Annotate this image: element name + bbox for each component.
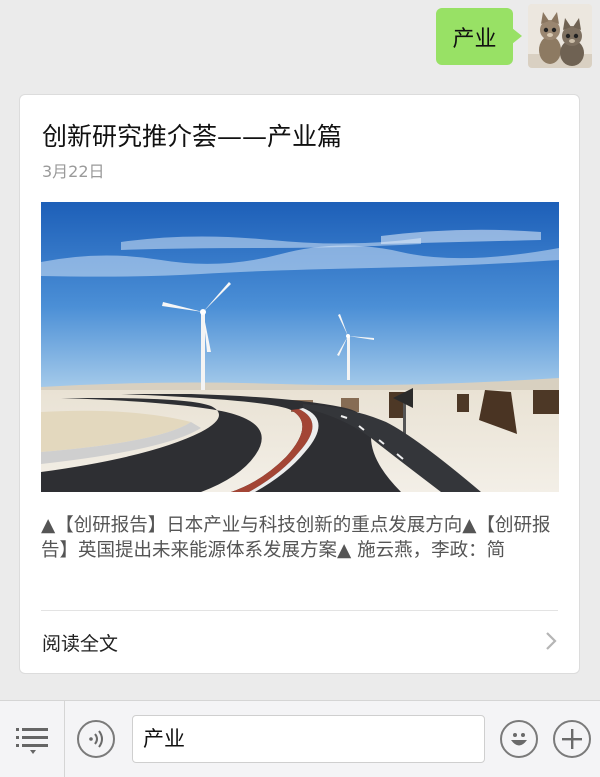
menu-icon — [16, 728, 48, 754]
chat-area: 产业 创新研究推介荟——产业篇 3月22日 ▲【创研报告】日本产业与科技创新的重… — [0, 0, 600, 700]
plus-icon — [562, 729, 582, 749]
article-date: 3月22日 — [42, 162, 105, 181]
menu-button[interactable] — [0, 701, 65, 777]
voice-button[interactable] — [77, 720, 115, 758]
read-full-article-link[interactable]: 阅读全文 — [20, 611, 579, 673]
input-bar: 产业 — [0, 700, 600, 777]
outgoing-message-bubble[interactable]: 产业 — [436, 8, 522, 65]
article-cover-image[interactable] — [41, 202, 559, 492]
article-card[interactable]: 创新研究推介荟——产业篇 3月22日 ▲【创研报告】日本产业与科技创新的重点发展… — [19, 94, 580, 674]
voice-icon — [89, 730, 103, 748]
emoji-icon — [511, 733, 527, 746]
chevron-right-icon — [546, 632, 557, 650]
add-button[interactable] — [553, 720, 591, 758]
article-title[interactable]: 创新研究推介荟——产业篇 — [42, 117, 562, 153]
article-summary: ▲【创研报告】日本产业与科技创新的重点发展方向▲【创研报告】英国提出未来能源体系… — [41, 515, 551, 561]
message-text: 产业 — [452, 26, 497, 52]
wind-turbine-road-photo — [41, 202, 559, 492]
emoji-button[interactable] — [500, 720, 538, 758]
read-more-label: 阅读全文 — [42, 633, 119, 655]
avatar[interactable] — [528, 4, 592, 68]
message-input[interactable]: 产业 — [132, 715, 485, 763]
kittens-avatar-image — [528, 4, 592, 68]
